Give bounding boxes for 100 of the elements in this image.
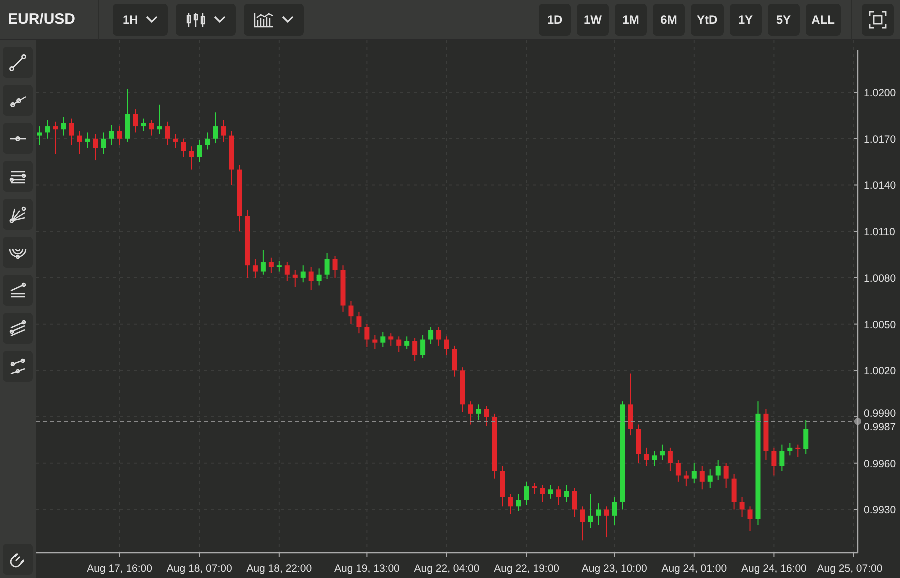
candlestick <box>532 482 538 495</box>
candlestick <box>796 444 801 458</box>
candlestick <box>652 450 657 467</box>
interval-dropdown[interactable]: 1H <box>113 4 168 36</box>
candlestick <box>420 334 426 359</box>
candlestick <box>292 270 298 288</box>
candlestick <box>38 126 42 146</box>
candlestick <box>61 116 66 136</box>
range-button[interactable]: 6M <box>653 4 685 36</box>
candlestick <box>45 120 50 140</box>
candlestick <box>428 326 434 345</box>
candlestick <box>524 481 530 506</box>
candlestick <box>436 326 442 346</box>
range-button[interactable]: 1D <box>539 4 571 36</box>
chart-type-dropdown[interactable] <box>176 4 236 36</box>
fan-tool-button[interactable] <box>3 199 33 230</box>
candlestick <box>572 488 578 518</box>
candlestick <box>109 124 114 146</box>
range-button[interactable]: 5Y <box>768 4 800 36</box>
candlestick <box>492 413 498 480</box>
candlestick <box>284 262 290 282</box>
current-price-dot <box>854 418 862 426</box>
parallel-lines-tool-button[interactable] <box>3 161 33 192</box>
symbol-title: EUR/USD <box>8 11 77 28</box>
candlestick <box>588 494 594 529</box>
candlestick <box>181 138 186 158</box>
price-label: 1.0170 <box>864 134 896 146</box>
candlestick <box>316 268 322 286</box>
candlestick <box>700 466 705 490</box>
candlestick <box>612 496 618 526</box>
line-tool-button[interactable] <box>3 47 33 78</box>
candlestick <box>556 486 562 506</box>
magnet-tool-button[interactable] <box>3 544 33 575</box>
caret-icon <box>146 16 158 24</box>
price-label: 1.0110 <box>864 226 896 239</box>
arc-tool-button[interactable] <box>3 237 33 268</box>
candlestick <box>93 134 98 162</box>
candlestick <box>308 266 314 291</box>
channel-tool-button[interactable] <box>3 275 33 306</box>
candlestick <box>412 338 418 362</box>
fullscreen-button[interactable] <box>862 4 894 36</box>
range-button[interactable]: 1W <box>577 4 609 36</box>
channel-icon <box>8 280 28 300</box>
candlestick <box>205 132 210 150</box>
candlestick <box>141 118 146 132</box>
time-label: Aug 18, 07:00 <box>166 563 232 575</box>
range-button[interactable]: YtD <box>691 4 724 36</box>
indicators-dropdown[interactable] <box>244 4 304 36</box>
candlestick <box>772 447 777 476</box>
current-price-label: 0.9987 <box>864 422 896 434</box>
candlestick <box>332 256 338 278</box>
candlestick <box>157 104 162 135</box>
candlestick <box>444 336 450 356</box>
time-label: Aug 22, 19:00 <box>494 563 560 575</box>
candlestick <box>684 470 689 488</box>
range-button[interactable]: 1M <box>615 4 647 36</box>
candlestick <box>460 367 466 413</box>
candlestick-icon <box>186 12 206 28</box>
candlestick <box>748 506 753 532</box>
candlestick <box>396 336 402 353</box>
candlestick <box>708 469 713 489</box>
candlestick <box>101 132 106 155</box>
candlestick <box>260 250 266 276</box>
candlestick <box>221 120 226 142</box>
ray-tool-button[interactable] <box>3 85 33 116</box>
candlestick <box>276 260 282 272</box>
pitchfork-tool-button[interactable] <box>3 313 33 344</box>
candlestick <box>324 252 330 280</box>
candlestick <box>724 462 729 489</box>
price-label: 1.0200 <box>864 88 896 100</box>
candlestick <box>149 120 154 136</box>
candlestick <box>85 132 90 149</box>
range-button[interactable]: ALL <box>806 4 841 36</box>
price-label: 0.9930 <box>864 504 896 517</box>
candlestick <box>644 447 650 467</box>
time-label: Aug 18, 22:00 <box>246 563 312 575</box>
price-label: 1.0080 <box>864 272 896 285</box>
candlestick <box>364 324 370 348</box>
time-label: Aug 19, 13:00 <box>334 563 400 575</box>
horizontal-line-tool-button[interactable] <box>3 123 33 154</box>
candlestick <box>229 130 234 186</box>
candlestick <box>476 404 482 421</box>
bar-chart-icon <box>254 12 274 28</box>
candlestick <box>300 265 306 284</box>
candlestick <box>628 373 634 436</box>
candlestick <box>69 118 74 146</box>
time-label: Aug 25, 07:00 <box>817 563 883 575</box>
caret-icon <box>214 16 226 24</box>
price-label: 1.0050 <box>864 319 896 332</box>
range-button[interactable]: 1Y <box>730 4 762 36</box>
candlestick <box>53 121 58 155</box>
candlestick <box>636 424 642 464</box>
trend-tool-button[interactable] <box>3 351 33 382</box>
candlestick <box>780 444 785 472</box>
price-label: 1.0140 <box>864 180 896 192</box>
candlestick <box>788 442 793 456</box>
candlestick <box>77 130 82 155</box>
candlestick <box>388 333 394 346</box>
candlestick <box>580 506 586 542</box>
diagonal-lines-icon <box>8 318 28 338</box>
